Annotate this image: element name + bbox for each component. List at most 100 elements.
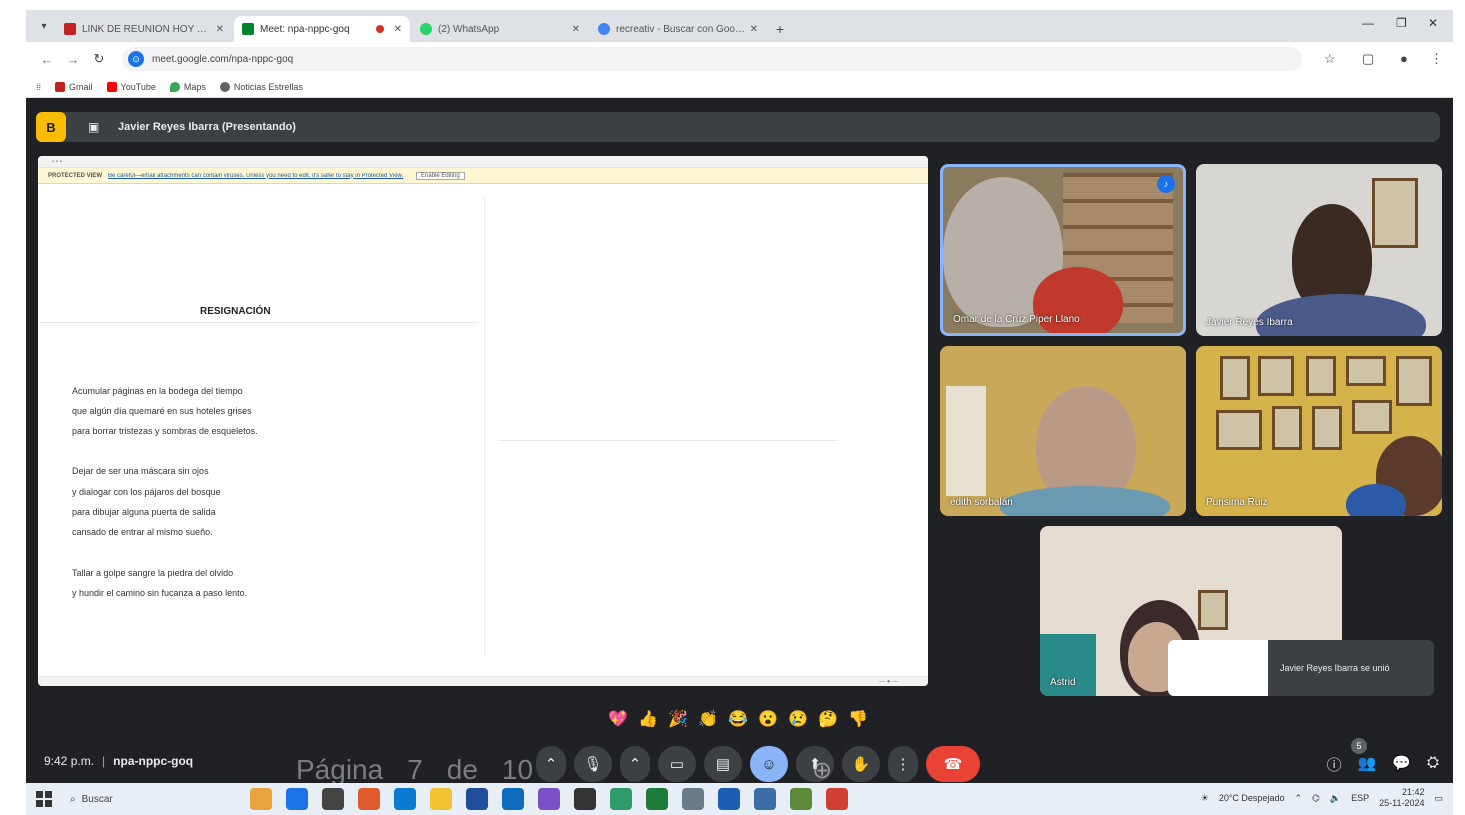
join-notification: Javier Reyes Ibarra se unió — [1168, 640, 1434, 696]
taskbar-app-icon[interactable] — [682, 788, 704, 810]
camera-options-icon[interactable]: ⌃ — [620, 746, 650, 782]
bookmark-item[interactable]: Noticias Estrellas — [219, 81, 303, 92]
camera-icon[interactable]: ▭ — [658, 746, 696, 782]
sad-reaction-icon[interactable]: 😢 — [786, 708, 810, 732]
language-indicator[interactable]: ESP — [1351, 793, 1369, 803]
extensions-icon[interactable]: ▢ — [1362, 51, 1374, 67]
enable-editing-button[interactable]: Enable Editing — [416, 171, 465, 180]
back-icon[interactable]: ← — [34, 52, 60, 67]
microphone-icon[interactable]: 🎙 — [574, 746, 612, 782]
emoji-reactions-icon[interactable]: ☺ — [750, 746, 788, 782]
reload-icon[interactable]: ↻ — [86, 51, 112, 67]
thinking-reaction-icon[interactable]: 🤔 — [816, 708, 840, 732]
participant-tile[interactable]: ♪ Omar de la Cruz Piper Llano — [940, 164, 1186, 336]
taskbar-app-icon[interactable] — [790, 788, 812, 810]
bookmark-star-icon[interactable]: ☆ — [1324, 51, 1336, 67]
people-count-badge: 5 — [1351, 738, 1367, 754]
taskbar-search[interactable]: ⌕ Buscar — [70, 788, 220, 810]
new-tab-button[interactable]: + — [768, 16, 792, 42]
bookmarks-bar: ⁞⁞ Gmail YouTube Maps Noticias Estrellas — [26, 76, 1453, 98]
taskbar-app-icon[interactable] — [574, 788, 596, 810]
thumbs-up-reaction-icon[interactable]: 👍 — [636, 708, 660, 732]
participant-tile[interactable]: edith sorbalán — [940, 346, 1186, 516]
taskbar-app-icon[interactable] — [610, 788, 632, 810]
laugh-reaction-icon[interactable]: 😂 — [726, 708, 750, 732]
close-tab-icon[interactable]: ✕ — [572, 24, 580, 35]
page-edge — [38, 322, 478, 323]
site-info-icon[interactable]: ⊙ — [128, 51, 144, 67]
close-window-icon[interactable]: ✕ — [1428, 16, 1438, 30]
taskbar-app-icon[interactable] — [250, 788, 272, 810]
participant-tile[interactable]: Purisima Ruiz — [1196, 346, 1442, 516]
warning-label: PROTECTED VIEW — [48, 172, 103, 179]
restore-icon[interactable]: ❐ — [1396, 16, 1407, 30]
taskbar-app-icon[interactable] — [430, 788, 452, 810]
activities-icon[interactable]: ⛭ — [1427, 754, 1439, 775]
clap-reaction-icon[interactable]: 👏 — [696, 708, 720, 732]
globe-icon — [219, 81, 230, 92]
browser-tab[interactable]: LINK DE REUNION HOY 2000 ✕ — [56, 16, 232, 42]
screen: ▾ LINK DE REUNION HOY 2000 ✕ Meet: npa-n… — [26, 10, 1453, 815]
address-bar[interactable]: ⊙ meet.google.com/npa-nppc-goq — [122, 47, 1302, 71]
windows-start-icon[interactable] — [36, 791, 52, 807]
close-tab-icon[interactable]: ✕ — [216, 24, 224, 35]
forward-icon[interactable]: → — [60, 52, 86, 67]
bookmark-item[interactable]: YouTube — [106, 81, 156, 92]
taskbar-app-icon[interactable] — [286, 788, 308, 810]
volume-icon[interactable]: 🔈 — [1330, 793, 1341, 804]
surprised-reaction-icon[interactable]: 😮 — [756, 708, 780, 732]
weather-text[interactable]: 20°C Despejado — [1219, 793, 1285, 803]
browser-tab-active[interactable]: Meet: npa-nppc-goq ✕ — [234, 16, 410, 42]
meeting-code[interactable]: npa-nppc-goq — [113, 754, 193, 768]
people-icon[interactable]: 👥 — [1358, 754, 1377, 775]
more-options-icon[interactable]: ⋮ — [888, 746, 918, 782]
taskbar-app-icon[interactable] — [646, 788, 668, 810]
profile-avatar-icon[interactable]: ● — [1400, 51, 1408, 66]
shared-screen[interactable]: ▪ ▪ ▪ PROTECTED VIEW Be careful—email at… — [38, 156, 928, 686]
tray-overflow-icon[interactable]: ⌃ — [1294, 793, 1302, 804]
taskbar-app-icon[interactable] — [466, 788, 488, 810]
poem-title: RESIGNACIÓN — [200, 306, 271, 317]
bookmark-item[interactable]: Gmail — [55, 81, 93, 92]
close-tab-icon[interactable]: ✕ — [750, 24, 758, 35]
taskbar-app-icon[interactable] — [322, 788, 344, 810]
taskbar-app-icon[interactable] — [502, 788, 524, 810]
browser-tab[interactable]: (2) WhatsApp ✕ — [412, 16, 588, 42]
thumbs-down-reaction-icon[interactable]: 👎 — [846, 708, 870, 732]
page-word: Página — [296, 754, 384, 785]
party-reaction-icon[interactable]: 🎉 — [666, 708, 690, 732]
browser-tab-strip: ▾ LINK DE REUNION HOY 2000 ✕ Meet: npa-n… — [26, 10, 1453, 42]
present-screen-icon: ▣ — [88, 120, 100, 134]
taskbar-app-icon[interactable] — [754, 788, 776, 810]
participant-name: Javier Reyes Ibarra — [1206, 317, 1293, 328]
tab-search-icon[interactable]: ▾ — [32, 14, 56, 38]
notifications-icon[interactable]: ▭ — [1434, 793, 1443, 804]
taskbar-app-icon[interactable] — [718, 788, 740, 810]
participant-video — [1346, 484, 1406, 516]
taskbar-app-icon[interactable] — [394, 788, 416, 810]
leave-call-button[interactable]: ☎ — [926, 746, 980, 782]
participant-tile[interactable]: Javier Reyes Ibarra — [1196, 164, 1442, 336]
taskbar-app-icon[interactable] — [826, 788, 848, 810]
bookmark-item[interactable]: Maps — [169, 81, 206, 92]
network-icon[interactable]: ⌬ — [1312, 793, 1320, 804]
browser-menu-icon[interactable]: ⋮ — [1430, 51, 1443, 67]
browser-tab[interactable]: recreativ - Buscar con Google ✕ — [590, 16, 766, 42]
heart-reaction-icon[interactable]: 💖 — [606, 708, 630, 732]
meeting-details-icon[interactable]: ⓘ — [1327, 754, 1342, 775]
apps-grid-icon[interactable]: ⁞⁞ — [36, 82, 41, 92]
taskbar-app-icon[interactable] — [358, 788, 380, 810]
poem-line: y hundir el camino sin fucanza a paso le… — [72, 588, 248, 598]
zoom-slider[interactable]: — ● — — [879, 677, 898, 686]
mic-options-icon[interactable]: ⌃ — [536, 746, 566, 782]
minimize-icon[interactable]: — — [1362, 16, 1374, 30]
search-icon: ⌕ — [70, 793, 76, 805]
captions-icon[interactable]: ▤ — [704, 746, 742, 782]
taskbar-clock[interactable]: 21:42 25-11-2024 — [1379, 787, 1424, 809]
taskbar-app-icon[interactable] — [538, 788, 560, 810]
youtube-icon — [106, 81, 117, 92]
chat-icon[interactable]: 💬 — [1392, 754, 1411, 775]
participant-name: Astrid — [1050, 677, 1076, 688]
bookmark-label: YouTube — [120, 81, 156, 92]
close-tab-icon[interactable]: ✕ — [394, 24, 402, 35]
